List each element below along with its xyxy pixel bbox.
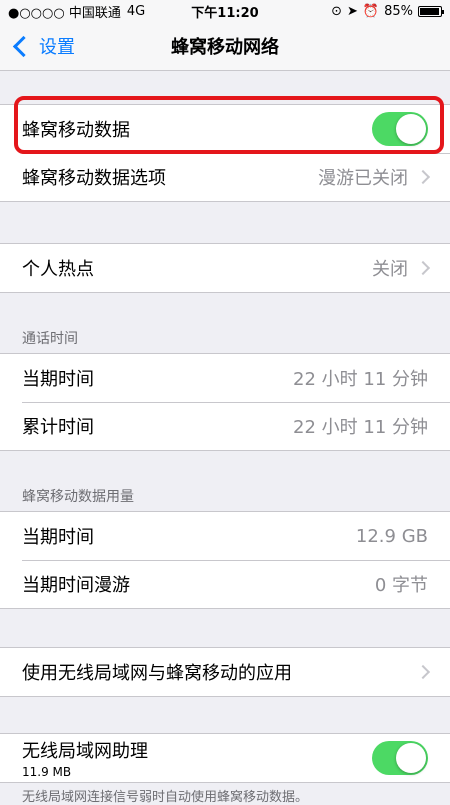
page-title: 蜂窝移动网络 <box>171 37 279 58</box>
status-left: ●○○○○ 中国联通 4G <box>8 2 145 21</box>
chevron-left-icon <box>12 35 35 57</box>
carrier: ●○○○○ 中国联通 <box>8 5 121 21</box>
cellular-data-label: 蜂窝移动数据 <box>22 120 130 141</box>
wifi-assist-text: 无线局域网助理 11.9 MB <box>22 737 148 779</box>
chevron-right-icon <box>415 169 431 185</box>
lock-rotation-icon: ⊙ <box>331 3 342 19</box>
wifi-assist-toggle[interactable] <box>372 741 428 775</box>
hotspot-label: 个人热点 <box>22 259 94 280</box>
cellular-section: 蜂窝移动数据 蜂窝移动数据选项 漫游已关闭 <box>0 104 450 202</box>
usage-current-row: 当期时间 12.9 GB <box>0 512 450 560</box>
usage-roaming-label: 当期时间漫游 <box>22 575 130 596</box>
call-lifetime-row: 累计时间 22 小时 11 分钟 <box>0 402 450 450</box>
wifi-assist-row: 无线局域网助理 11.9 MB <box>0 734 450 782</box>
back-button[interactable]: 设置 <box>10 22 75 70</box>
cellular-data-toggle[interactable] <box>372 112 428 146</box>
status-right: ⊙ ➤ ⏰ 85% <box>331 3 444 19</box>
call-time-section: 当期时间 22 小时 11 分钟 累计时间 22 小时 11 分钟 <box>0 353 450 451</box>
cellular-data-row: 蜂窝移动数据 <box>0 105 450 153</box>
call-lifetime-value: 22 小时 11 分钟 <box>293 417 428 438</box>
apps-label: 使用无线局域网与蜂窝移动的应用 <box>22 663 292 684</box>
chevron-right-icon <box>415 664 431 680</box>
cellular-data-options-row[interactable]: 蜂窝移动数据选项 漫游已关闭 <box>0 153 450 201</box>
call-lifetime-label: 累计时间 <box>22 417 94 438</box>
call-current-row: 当期时间 22 小时 11 分钟 <box>0 354 450 402</box>
navigation-bar: 设置 蜂窝移动网络 <box>0 22 450 71</box>
hotspot-section: 个人热点 关闭 <box>0 243 450 293</box>
call-time-header: 通话时间 <box>22 331 78 347</box>
status-bar: ●○○○○ 中国联通 4G 下午11:20 ⊙ ➤ ⏰ 85% <box>0 0 450 22</box>
cellular-options-value: 漫游已关闭 <box>318 168 408 189</box>
hotspot-value-group: 关闭 <box>372 255 431 281</box>
network-type: 4G <box>126 3 146 19</box>
wifi-assist-usage: 11.9 MB <box>22 765 72 779</box>
usage-roaming-row: 当期时间漫游 0 字节 <box>0 560 450 608</box>
cellular-options-label: 蜂窝移动数据选项 <box>22 168 166 189</box>
apps-row[interactable]: 使用无线局域网与蜂窝移动的应用 <box>0 648 450 696</box>
battery-percent: 85% <box>384 3 413 19</box>
wifi-assist-section: 无线局域网助理 11.9 MB <box>0 733 450 783</box>
apps-chevron-group <box>415 664 431 680</box>
wifi-assist-label: 无线局域网助理 <box>22 741 148 762</box>
apps-section: 使用无线局域网与蜂窝移动的应用 <box>0 647 450 697</box>
hotspot-row[interactable]: 个人热点 关闭 <box>0 244 450 292</box>
usage-current-value: 12.9 GB <box>355 525 428 547</box>
usage-section: 当期时间 12.9 GB 当期时间漫游 0 字节 <box>0 511 450 609</box>
alarm-icon: ⏰ <box>362 3 380 19</box>
usage-roaming-value: 0 字节 <box>374 575 428 596</box>
chevron-right-icon <box>415 260 431 276</box>
hotspot-value: 关闭 <box>372 259 408 280</box>
back-label: 设置 <box>39 37 75 58</box>
location-icon: ➤ <box>347 3 358 19</box>
usage-current-label: 当期时间 <box>22 527 94 548</box>
battery-icon <box>418 5 444 17</box>
usage-header: 蜂窝移动数据用量 <box>22 489 134 505</box>
call-current-label: 当期时间 <box>22 369 94 390</box>
call-current-value: 22 小时 11 分钟 <box>293 369 428 390</box>
wifi-assist-footer: 无线局域网连接信号弱时自动使用蜂窝移动数据。 <box>22 790 309 805</box>
cellular-options-value-group: 漫游已关闭 <box>318 164 431 190</box>
